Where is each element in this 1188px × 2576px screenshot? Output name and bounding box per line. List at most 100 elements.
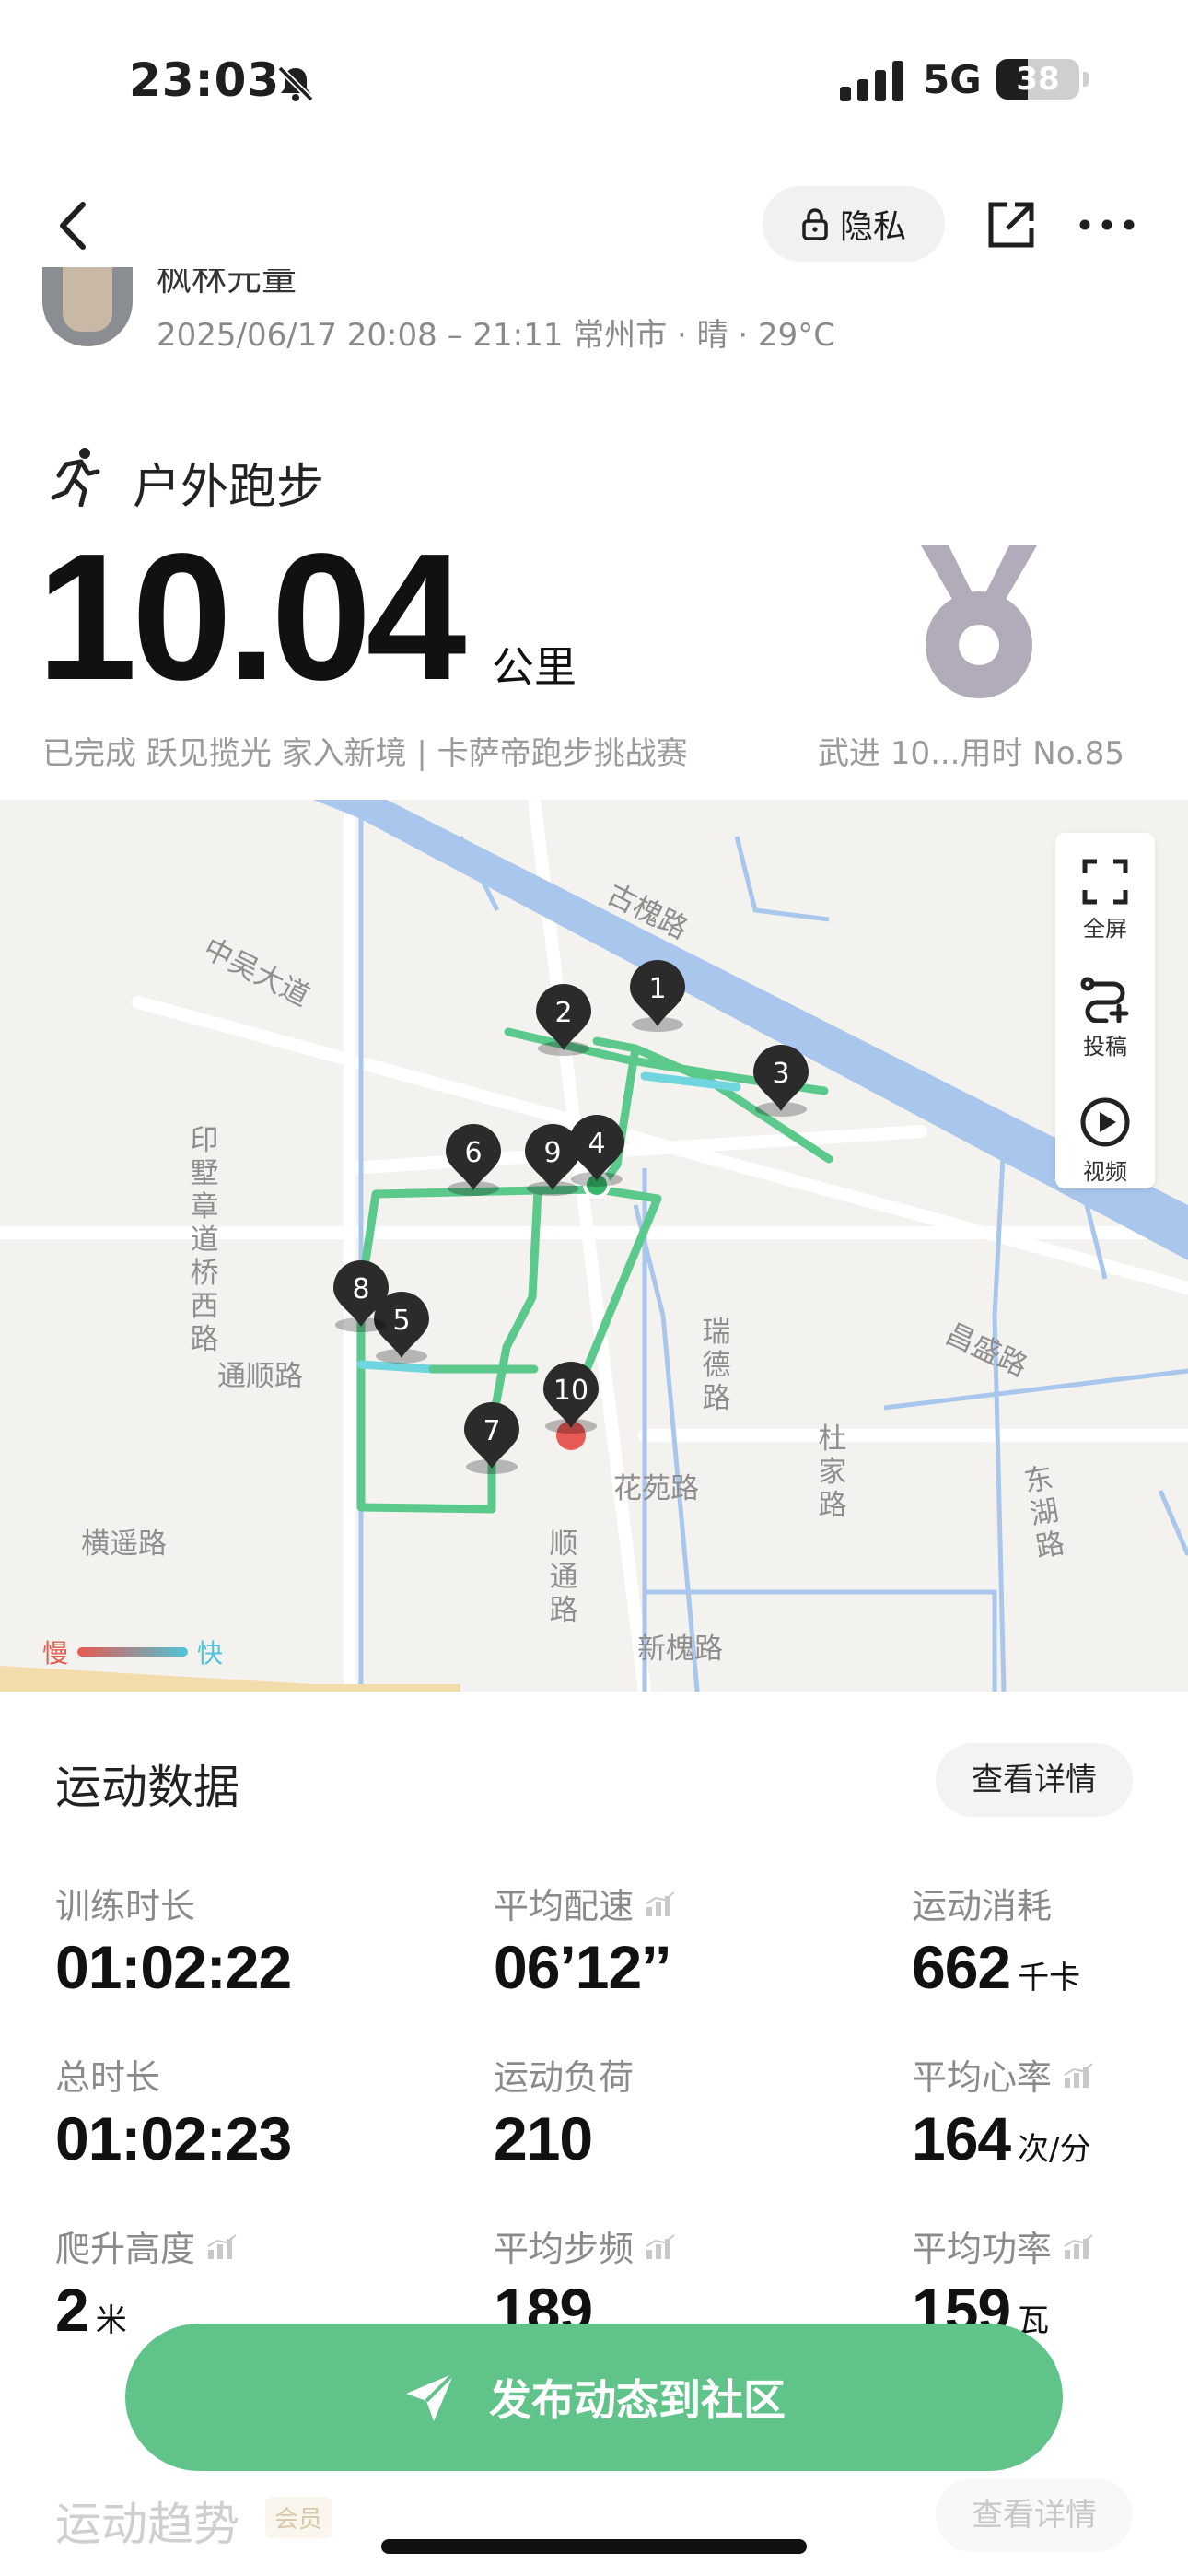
speed-legend: 慢 快 [42,1633,223,1670]
stat-value: 164 [912,2104,1011,2172]
chart-icon [1064,2062,1093,2088]
route-marker-label: 4 [588,1128,605,1160]
stat-avg-pace[interactable]: 平均配速 06’12’’ [494,1878,676,2002]
stat-avg-heart-rate[interactable]: 平均心率 164 次/分 [912,2049,1094,2173]
fullscreen-button[interactable]: 全屏 [1055,859,1155,943]
road-label: 通顺路 [217,1360,303,1393]
home-indicator[interactable] [381,2539,807,2554]
stat-label: 爬升高度 [55,2229,196,2269]
mute-icon [277,65,314,102]
route-marker-label: 10 [553,1375,588,1407]
stat-label: 总时长 [55,2057,161,2098]
road-label: 印墅章道桥西路 [190,1124,219,1356]
legend-fast: 快 [197,1638,224,1669]
road-label: 瑞德路 [702,1316,731,1415]
stat-value: 2 [55,2276,89,2344]
share-icon[interactable] [984,197,1039,252]
stat-value: 210 [494,2104,593,2172]
activity-meta: 2025/06/17 20:08 – 21:11 常州市 · 晴 · 29°C [157,317,836,354]
stat-value: 01:02:23 [55,2104,292,2172]
trend-detail-button[interactable]: 查看详情 [936,2478,1133,2552]
chart-icon [207,2233,237,2259]
chart-icon [646,1891,675,1916]
chart-icon [1064,2233,1093,2259]
back-icon[interactable] [46,193,101,258]
stats-detail-button[interactable]: 查看详情 [936,1743,1133,1817]
submit-route-button[interactable]: 投稿 [1055,977,1155,1060]
stat-calories: 运动消耗 662 千卡 [912,1878,1080,2002]
stat-training-duration: 训练时长 01:02:22 [55,1878,292,2002]
stat-total-duration: 总时长 01:02:23 [55,2049,292,2173]
route-marker-label: 3 [772,1058,789,1090]
medal-icon[interactable] [921,545,1037,702]
battery-level: 38 [1016,61,1060,98]
distance-unit: 公里 [492,642,577,692]
stat-value: 06’12’’ [494,1933,671,2001]
route-marker-9: 9 [525,1124,580,1196]
stat-label: 平均功率 [912,2229,1053,2269]
route-marker-2: 2 [536,984,591,1056]
map-canvas: 1 2 3 4 5 6 7 8 9 10 [0,800,1188,1692]
route-markers: 1 2 3 4 5 6 7 8 9 10 [333,960,809,1474]
chart-icon [646,2233,675,2259]
route-map[interactable]: 1 2 3 4 5 6 7 8 9 10 古槐路 中吴大道 印墅章道桥西路 瑞德路 昌盛路 通顺路… [0,800,1188,1692]
route-marker-label: 1 [648,973,666,1005]
trend-title: 运动趋势 [55,2498,239,2551]
status-time: 23:03 [129,53,281,107]
route-marker-10: 10 [543,1362,599,1434]
stat-label: 运动消耗 [912,1886,1053,1926]
battery-icon: 38 [996,59,1079,100]
stat-label: 平均配速 [494,1886,635,1926]
more-icon[interactable] [1077,206,1136,243]
run-icon [51,448,100,507]
legend-slow: 慢 [42,1638,69,1669]
fullscreen-label: 全屏 [1083,916,1127,942]
fullscreen-icon [1082,859,1128,905]
stat-training-load: 运动负荷 210 [494,2049,634,2173]
lock-icon [802,208,828,240]
route-marker-label: 9 [543,1137,561,1169]
stat-label: 平均步频 [494,2229,635,2269]
route-marker-label: 7 [483,1415,500,1447]
privacy-label: 隐私 [839,208,906,246]
route-marker-6: 6 [446,1124,501,1196]
username[interactable]: 枫林元量 [157,269,297,297]
road-label: 杜家路 [818,1423,847,1522]
rank-text[interactable]: 武进 10...用时 No.85 [818,728,1124,773]
route-marker-label: 2 [554,997,572,1029]
video-button[interactable]: 视频 [1055,1096,1155,1186]
route-marker-label: 5 [392,1305,410,1337]
privacy-button[interactable]: 隐私 [763,186,945,262]
avatar[interactable] [42,267,133,346]
publish-to-community-button[interactable]: 发布动态到社区 [125,2324,1063,2471]
send-icon [406,2371,456,2421]
stat-label: 平均心率 [912,2057,1053,2098]
stat-value: 01:02:22 [55,1933,292,2001]
route-marker-label: 6 [464,1137,482,1169]
route-marker-8: 8 [333,1260,389,1332]
road-label: 花苑路 [613,1472,699,1505]
route-marker-3: 3 [753,1045,809,1117]
signal-icon [840,61,903,101]
submit-label: 投稿 [1083,1034,1127,1060]
road-label: 横遥路 [81,1528,167,1561]
road-label: 新槐路 [637,1633,723,1666]
stat-label: 运动负荷 [494,2057,635,2098]
distance-value: 10.04 [37,516,466,718]
battery-tip [1083,72,1089,87]
stat-label: 训练时长 [55,1886,196,1926]
stat-unit: 米 [95,2302,127,2339]
route-submit-icon [1080,977,1129,1023]
stat-value: 662 [912,1933,1011,2001]
video-label: 视频 [1083,1159,1127,1185]
legend-gradient [77,1647,189,1657]
challenge-completed[interactable]: 已完成 跃见揽光 家入新境 | 卡萨帝跑步挑战赛 [42,728,688,773]
publish-label: 发布动态到社区 [489,2375,786,2425]
route-marker-1: 1 [630,960,685,1032]
route-marker-label: 8 [352,1273,369,1306]
network-label: 5G [923,57,982,102]
stat-unit: 千卡 [1018,1960,1081,1996]
stat-unit: 次/分 [1018,2131,1091,2168]
road-label: 顺通路 [549,1528,578,1627]
route-marker-7: 7 [464,1402,519,1474]
